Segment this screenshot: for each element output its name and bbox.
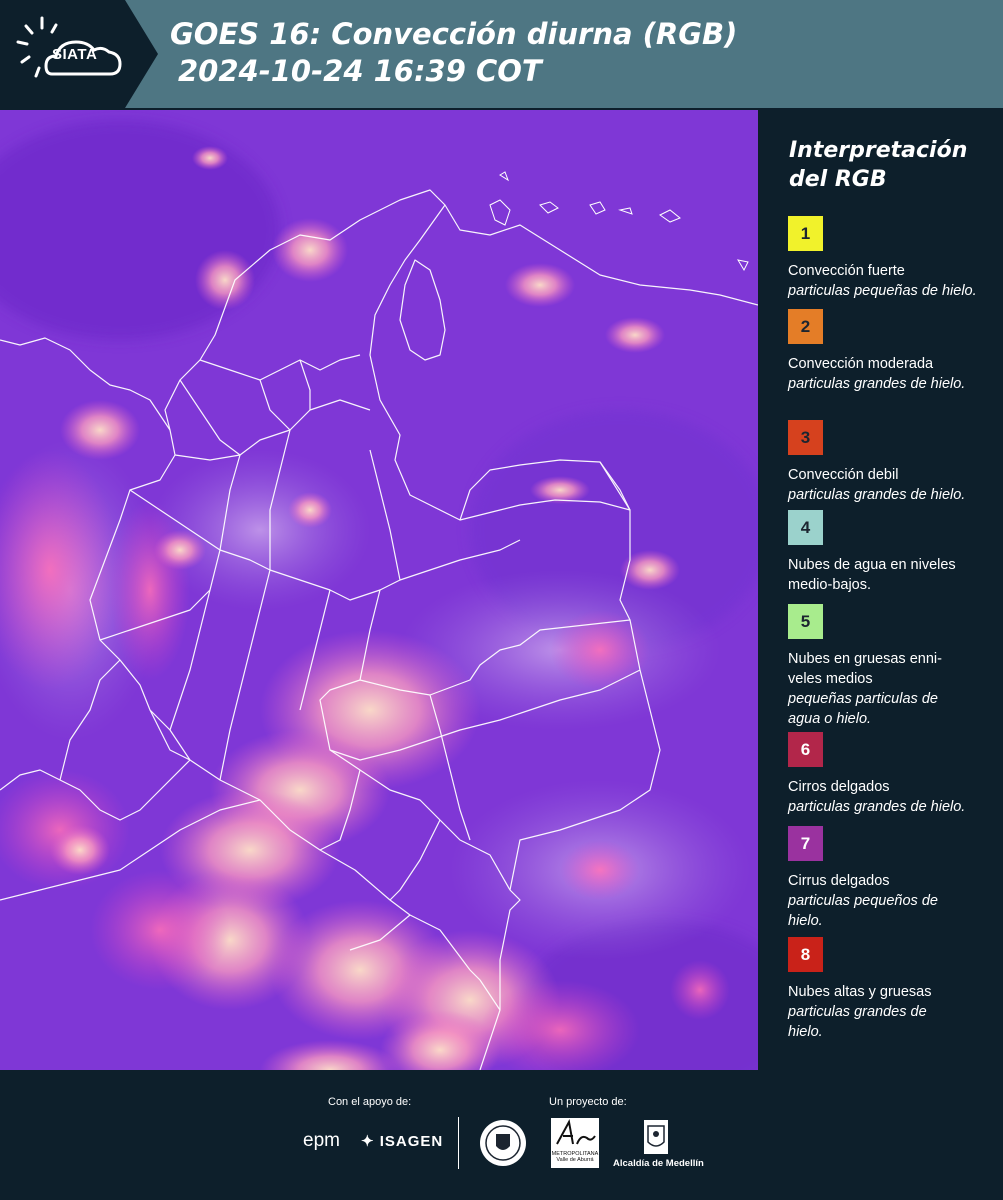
legend-sub-2: particulas grandes de hielo.: [788, 376, 966, 392]
title-line-2: 2024-10-24 16:39 COT: [178, 54, 542, 88]
epm-logo: epm: [303, 1130, 340, 1151]
legend-swatch-4: 4: [788, 510, 823, 545]
legend-item-5: 5 Nubes en gruesas enni-veles medios peq…: [788, 604, 993, 729]
legend-item-1: 1 Convección fuerte particulas pequeñas …: [788, 216, 993, 301]
legend-panel: Interpretación del RGB 1 Convección fuer…: [760, 110, 1003, 1070]
legend-swatch-8: 8: [788, 937, 823, 972]
legend-sub-3: particulas grandes de hielo.: [788, 487, 966, 503]
isagen-logo-text: ISAGEN: [379, 1133, 444, 1150]
siata-logo-text: SIATA: [52, 46, 98, 63]
alcaldia-shield-icon: [644, 1120, 668, 1154]
satellite-map: [0, 110, 758, 1070]
legend-item-3: 3 Convección debil particulas grandes de…: [788, 420, 993, 505]
support-label: Con el apoyo de:: [328, 1096, 412, 1108]
legend-swatch-6: 6: [788, 732, 823, 767]
legend-item-7: 7 Cirrus delgados particulas pequeños de…: [788, 826, 993, 931]
project-label: Un proyecto de:: [549, 1096, 627, 1108]
legend-sub-8: particulas grandes de hielo.: [788, 1004, 927, 1040]
legend-sub-7: particulas pequeños de hielo.: [788, 893, 938, 929]
legend-title-line-2: del RGB: [789, 167, 887, 192]
legend-swatch-5: 5: [788, 604, 823, 639]
legend-sub-6: particulas grandes de hielo.: [788, 799, 966, 815]
footer-divider: [458, 1117, 459, 1169]
alcaldia-label: Alcaldía de Medellín: [613, 1158, 704, 1169]
legend-sub-1: particulas pequeñas de hielo.: [788, 283, 977, 299]
title-line-1: GOES 16: Convección diurna (RGB): [170, 17, 738, 51]
medellin-seal-icon: [480, 1120, 526, 1166]
legend-title: Interpretación del RGB: [789, 136, 989, 194]
legend-sub-5: pequeñas particulas de agua o hielo.: [788, 691, 938, 727]
legend-label-7: Cirrus delgados: [788, 873, 890, 889]
legend-item-4: 4 Nubes de agua en niveles medio-bajos.: [788, 510, 993, 595]
legend-item-2: 2 Convección moderada particulas grandes…: [788, 309, 993, 394]
legend-swatch-1: 1: [788, 216, 823, 251]
siata-logo: SIATA: [0, 0, 158, 108]
header-bar: SIATA GOES 16: Convección diurna (RGB) 2…: [0, 0, 1003, 108]
footer: Con el apoyo de: Un proyecto de: epm ✦ I…: [0, 1070, 1003, 1200]
isagen-logo: ✦ ISAGEN: [361, 1132, 443, 1150]
legend-label-4: Nubes de agua en niveles medio-bajos.: [788, 557, 956, 593]
legend-item-8: 8 Nubes altas y gruesas particulas grand…: [788, 937, 993, 1042]
legend-item-6: 6 Cirros delgados particulas grandes de …: [788, 732, 993, 817]
area-metropolitana-text: METROPOLITANA Valle de Aburrá: [551, 1151, 599, 1163]
page-title: GOES 16: Convección diurna (RGB) 2024-10…: [170, 16, 737, 90]
area-metropolitana-logo: METROPOLITANA Valle de Aburrá: [551, 1118, 599, 1168]
legend-label-8: Nubes altas y gruesas: [788, 984, 932, 1000]
legend-label-3: Convección debil: [788, 467, 899, 483]
legend-swatch-7: 7: [788, 826, 823, 861]
isagen-mark-icon: ✦: [361, 1133, 375, 1150]
legend-label-2: Convección moderada: [788, 356, 934, 372]
legend-label-1: Convección fuerte: [788, 263, 905, 279]
legend-label-5: Nubes en gruesas enni-veles medios: [788, 651, 942, 687]
legend-title-line-1: Interpretación: [789, 138, 968, 163]
legend-swatch-2: 2: [788, 309, 823, 344]
legend-label-6: Cirros delgados: [788, 779, 890, 795]
legend-swatch-3: 3: [788, 420, 823, 455]
area-mark-icon: [556, 1119, 596, 1145]
satellite-image: [0, 110, 758, 1070]
